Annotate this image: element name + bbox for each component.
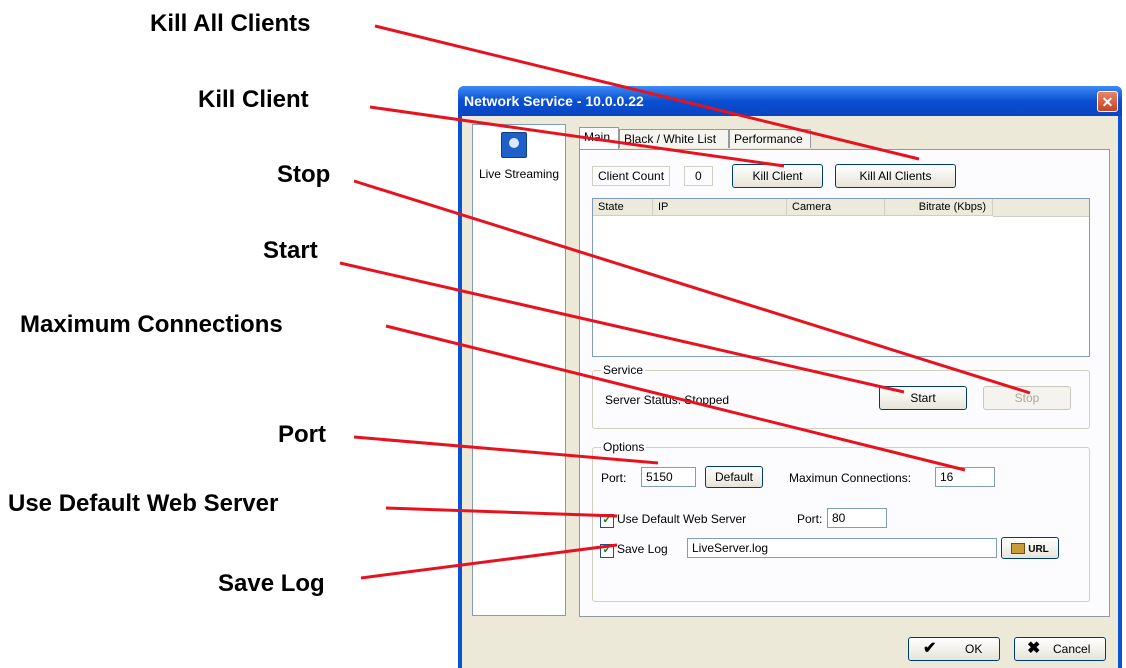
- start-button[interactable]: Start: [879, 386, 967, 410]
- callout-kill-client: Kill Client: [198, 86, 309, 113]
- tab-performance[interactable]: Performance: [729, 129, 811, 148]
- options-group: Options Port: 5150 Default Maximun Conne…: [592, 440, 1090, 602]
- port-label: Port:: [601, 471, 627, 485]
- cancel-button[interactable]: ✖ Cancel: [1014, 637, 1106, 661]
- tab-black-white-list[interactable]: Black / White List: [619, 129, 729, 148]
- save-log-checkbox[interactable]: ✓: [600, 544, 614, 558]
- callout-kill-all-clients: Kill All Clients: [150, 10, 311, 37]
- column-header-camera[interactable]: Camera: [787, 199, 885, 216]
- max-connections-label: Maximun Connections:: [789, 471, 912, 485]
- checkmark-icon: ✔: [923, 640, 937, 657]
- close-button[interactable]: ✕: [1097, 91, 1118, 112]
- x-icon: ✖: [1027, 640, 1041, 657]
- service-list-panel: Live Streaming: [472, 124, 566, 616]
- column-header-ip[interactable]: IP: [653, 199, 787, 216]
- save-log-label[interactable]: Save Log: [617, 542, 668, 556]
- sidebar-item-label: Live Streaming: [478, 167, 560, 181]
- log-file-input[interactable]: LiveServer.log: [687, 538, 997, 558]
- kill-all-clients-button[interactable]: Kill All Clients: [835, 164, 956, 188]
- client-list[interactable]: State IP Camera Bitrate (Kbps): [592, 198, 1090, 357]
- network-service-window: Network Service - 10.0.0.22 ✕ Live Strea…: [458, 86, 1122, 668]
- sidebar-item-live-streaming[interactable]: Live Streaming: [473, 125, 565, 205]
- column-header-filler: [993, 199, 1089, 217]
- tab-main-panel: Client Count 0 Kill Client Kill All Clie…: [579, 149, 1110, 617]
- live-streaming-icon: [501, 132, 527, 158]
- callout-maximum-connections: Maximum Connections: [20, 311, 283, 338]
- web-port-label: Port:: [797, 512, 823, 526]
- service-group: Service Server Status: Stopped Start Sto…: [592, 363, 1090, 429]
- folder-icon: [1011, 543, 1026, 555]
- callout-port: Port: [278, 421, 326, 448]
- url-button[interactable]: URL: [1001, 537, 1059, 559]
- client-count-label: Client Count: [592, 166, 671, 186]
- ok-button-label: OK: [965, 642, 983, 656]
- callout-stop: Stop: [277, 161, 331, 188]
- server-status-text: Server Status: Stopped: [605, 393, 730, 407]
- callout-start: Start: [263, 237, 318, 264]
- url-button-label: URL: [1028, 544, 1049, 555]
- use-default-web-server-checkbox[interactable]: ✓: [600, 514, 614, 528]
- window-title: Network Service - 10.0.0.22: [464, 93, 644, 109]
- max-connections-input[interactable]: 16: [935, 467, 995, 487]
- cancel-button-label: Cancel: [1053, 642, 1091, 656]
- ok-button[interactable]: ✔ OK: [908, 637, 1000, 661]
- client-count-value: 0: [684, 166, 713, 186]
- default-port-button[interactable]: Default: [705, 466, 763, 488]
- callout-save-log: Save Log: [218, 570, 325, 597]
- column-header-state[interactable]: State: [593, 199, 653, 216]
- stop-button[interactable]: Stop: [983, 386, 1071, 410]
- kill-client-button[interactable]: Kill Client: [732, 164, 823, 188]
- window-client-area: Live Streaming Main Black / White List P…: [462, 116, 1118, 668]
- title-bar[interactable]: Network Service - 10.0.0.22 ✕: [458, 86, 1122, 116]
- tab-main[interactable]: Main: [579, 127, 619, 149]
- options-group-label: Options: [601, 440, 647, 454]
- web-port-input[interactable]: 80: [827, 508, 887, 528]
- use-default-web-server-label[interactable]: Use Default Web Server: [617, 512, 746, 526]
- callout-use-default-web-server: Use Default Web Server: [8, 490, 279, 517]
- column-header-bitrate[interactable]: Bitrate (Kbps): [885, 199, 993, 216]
- port-input[interactable]: 5150: [641, 467, 696, 487]
- service-group-label: Service: [601, 363, 646, 377]
